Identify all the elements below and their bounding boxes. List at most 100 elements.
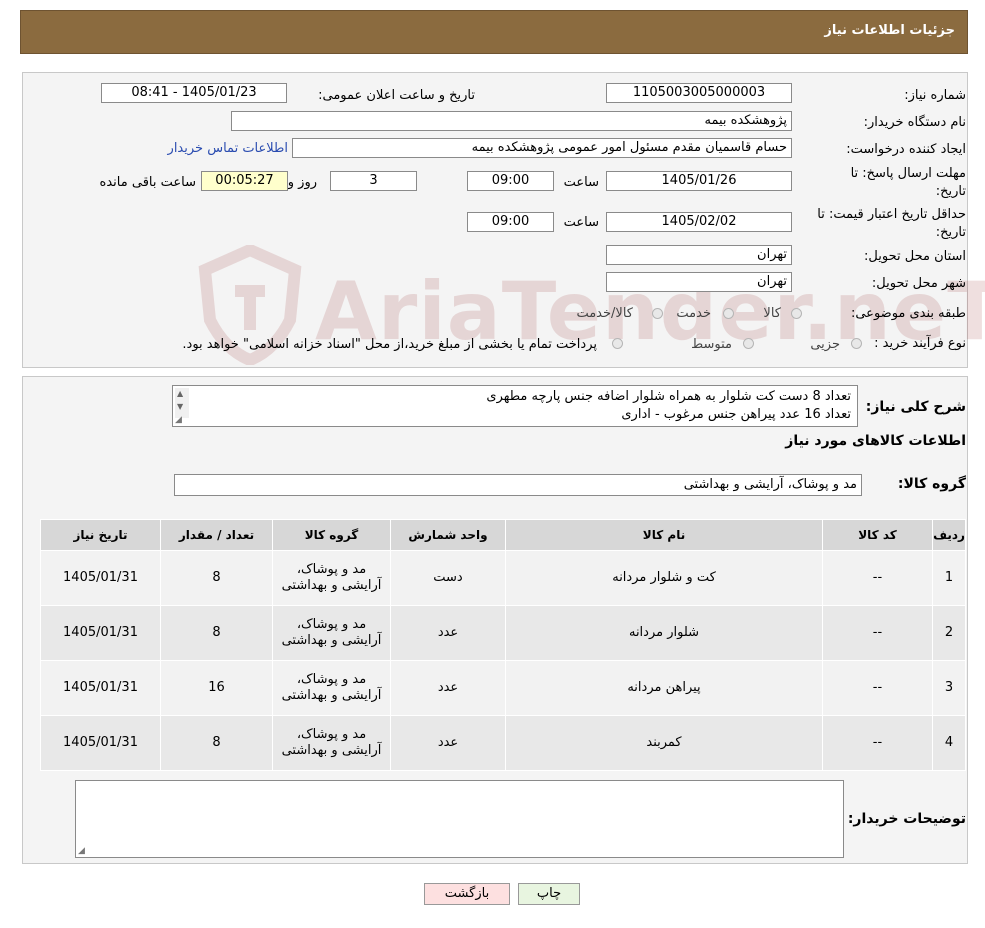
cell-quantity: 8 — [160, 605, 273, 661]
goods-table: ردیف کد کالا نام کالا واحد شمارش گروه کا… — [40, 519, 966, 771]
cell-name: پیراهن مردانه — [505, 660, 823, 716]
cell-quantity: 8 — [160, 550, 273, 606]
cell-unit: عدد — [390, 715, 506, 771]
category-radio-goods-service[interactable] — [652, 308, 663, 319]
deadline-date-field: 1405/01/26 — [606, 171, 792, 191]
buyer-org-field: پژوهشکده بیمه — [231, 111, 792, 131]
process-label: نوع فرآیند خرید : — [874, 336, 966, 351]
table-row: 2 -- شلوار مردانه عدد مد و پوشاک، آرایشی… — [40, 605, 966, 661]
goods-group-field: مد و پوشاک، آرایشی و بهداشتی — [174, 474, 862, 496]
col-header-code: کد کالا — [822, 519, 933, 551]
category-label: طبقه بندی موضوعی: — [850, 306, 966, 321]
category-option-service: خدمت — [676, 306, 711, 321]
cell-group: مد و پوشاک، آرایشی و بهداشتی — [272, 715, 391, 771]
cell-unit: دست — [390, 550, 506, 606]
cell-group: مد و پوشاک، آرایشی و بهداشتی — [272, 550, 391, 606]
table-row: 1 -- کت و شلوار مردانه دست مد و پوشاک، آ… — [40, 550, 966, 606]
cell-quantity: 16 — [160, 660, 273, 716]
days-field: 3 — [330, 171, 417, 191]
col-header-unit: واحد شمارش — [390, 519, 506, 551]
cell-unit: عدد — [390, 660, 506, 716]
table-row: 4 -- کمربند عدد مد و پوشاک، آرایشی و بهد… — [40, 715, 966, 771]
cell-date: 1405/01/31 — [40, 715, 161, 771]
cell-code: -- — [822, 550, 933, 606]
province-label: استان محل تحویل: — [864, 249, 966, 264]
days-label: روز و — [287, 175, 317, 190]
summary-line-1: تعداد 8 دست کت شلوار به همراه شلوار اضاف… — [486, 389, 851, 404]
scroll-up-icon[interactable]: ▲ — [177, 389, 183, 398]
table-row: 3 -- پیراهن مردانه عدد مد و پوشاک، آرایش… — [40, 660, 966, 716]
buyer-notes-label: توضیحات خریدار: — [847, 811, 966, 827]
validity-time-label: ساعت — [563, 215, 599, 230]
cell-name: کمربند — [505, 715, 823, 771]
goods-group-label: گروه کالا: — [897, 476, 966, 492]
buyer-org-label: نام دستگاه خریدار: — [863, 115, 966, 130]
col-header-quantity: تعداد / مقدار — [160, 519, 273, 551]
deadline-time-field: 09:00 — [467, 171, 554, 191]
category-radio-service[interactable] — [723, 308, 734, 319]
print-button[interactable]: چاپ — [518, 883, 580, 905]
summary-textarea[interactable]: تعداد 8 دست کت شلوار به همراه شلوار اضاف… — [172, 385, 858, 427]
resize-grip-icon[interactable]: ◢ — [78, 846, 85, 856]
deadline-label: مهلت ارسال پاسخ: تا — [850, 166, 966, 181]
scroll-down-icon[interactable]: ▼ — [177, 402, 183, 411]
col-header-group: گروه کالا — [272, 519, 391, 551]
validity-date-field: 1405/02/02 — [606, 212, 792, 232]
page-header: جزئیات اطلاعات نیاز — [20, 10, 968, 54]
cell-quantity: 8 — [160, 715, 273, 771]
category-option-goods-service: کالا/خدمت — [576, 306, 633, 321]
cell-row-number: 4 — [932, 715, 966, 771]
announce-label: تاریخ و ساعت اعلان عمومی: — [318, 88, 475, 103]
resize-grip-icon[interactable]: ◢ — [175, 415, 182, 425]
cell-name: کت و شلوار مردانه — [505, 550, 823, 606]
back-button[interactable]: بازگشت — [424, 883, 510, 905]
creator-field: حسام قاسمیان مقدم مسئول امور عمومی پژوهش… — [292, 138, 792, 158]
col-header-name: نام کالا — [505, 519, 823, 551]
process-note: پرداخت تمام یا بخشی از مبلغ خرید،از محل … — [182, 337, 597, 352]
process-option-minor: جزیی — [810, 337, 840, 352]
announce-field: 1405/01/23 - 08:41 — [101, 83, 287, 103]
summary-scrollbar[interactable]: ▲ ▼ — [175, 388, 189, 418]
page-title: جزئیات اطلاعات نیاز — [824, 23, 955, 38]
cell-name: شلوار مردانه — [505, 605, 823, 661]
cell-date: 1405/01/31 — [40, 550, 161, 606]
process-radio-medium[interactable] — [743, 338, 754, 349]
summary-label: شرح کلی نیاز: — [865, 399, 966, 415]
cell-group: مد و پوشاک، آرایشی و بهداشتی — [272, 660, 391, 716]
city-label: شهر محل تحویل: — [871, 276, 966, 291]
validity-time-field: 09:00 — [467, 212, 554, 232]
validity-label: حداقل تاریخ اعتبار قیمت: تا — [817, 207, 966, 222]
process-option-medium: متوسط — [691, 337, 732, 352]
cell-code: -- — [822, 715, 933, 771]
cell-date: 1405/01/31 — [40, 605, 161, 661]
cell-date: 1405/01/31 — [40, 660, 161, 716]
cell-group: مد و پوشاک، آرایشی و بهداشتی — [272, 605, 391, 661]
deadline-time-label: ساعت — [563, 175, 599, 190]
process-radio-treasury[interactable] — [612, 338, 623, 349]
goods-info-title: اطلاعات کالاهای مورد نیاز — [785, 433, 966, 449]
remaining-label: ساعت باقی مانده — [99, 175, 196, 190]
province-field: تهران — [606, 245, 792, 265]
creator-label: ایجاد کننده درخواست: — [846, 142, 966, 157]
category-option-goods: کالا — [763, 306, 781, 321]
process-radio-minor[interactable] — [851, 338, 862, 349]
cell-row-number: 1 — [932, 550, 966, 606]
city-field: تهران — [606, 272, 792, 292]
need-number-field: 1105003005000003 — [606, 83, 792, 103]
cell-row-number: 2 — [932, 605, 966, 661]
col-header-row-number: ردیف — [932, 519, 966, 551]
cell-row-number: 3 — [932, 660, 966, 716]
cell-unit: عدد — [390, 605, 506, 661]
table-header-row: ردیف کد کالا نام کالا واحد شمارش گروه کا… — [40, 519, 966, 551]
cell-code: -- — [822, 660, 933, 716]
summary-line-2: تعداد 16 عدد پیراهن جنس مرغوب - اداری — [621, 407, 851, 422]
buyer-contact-link[interactable]: اطلاعات تماس خریدار — [168, 141, 288, 156]
validity-label-date: تاریخ: — [935, 225, 966, 240]
deadline-label-date: تاریخ: — [935, 184, 966, 199]
buyer-notes-textarea[interactable]: ◢ — [75, 780, 844, 858]
remaining-time-field: 00:05:27 — [201, 171, 288, 191]
cell-code: -- — [822, 605, 933, 661]
category-radio-goods[interactable] — [791, 308, 802, 319]
need-number-label: شماره نیاز: — [904, 88, 966, 103]
col-header-date: تاریخ نیاز — [40, 519, 161, 551]
